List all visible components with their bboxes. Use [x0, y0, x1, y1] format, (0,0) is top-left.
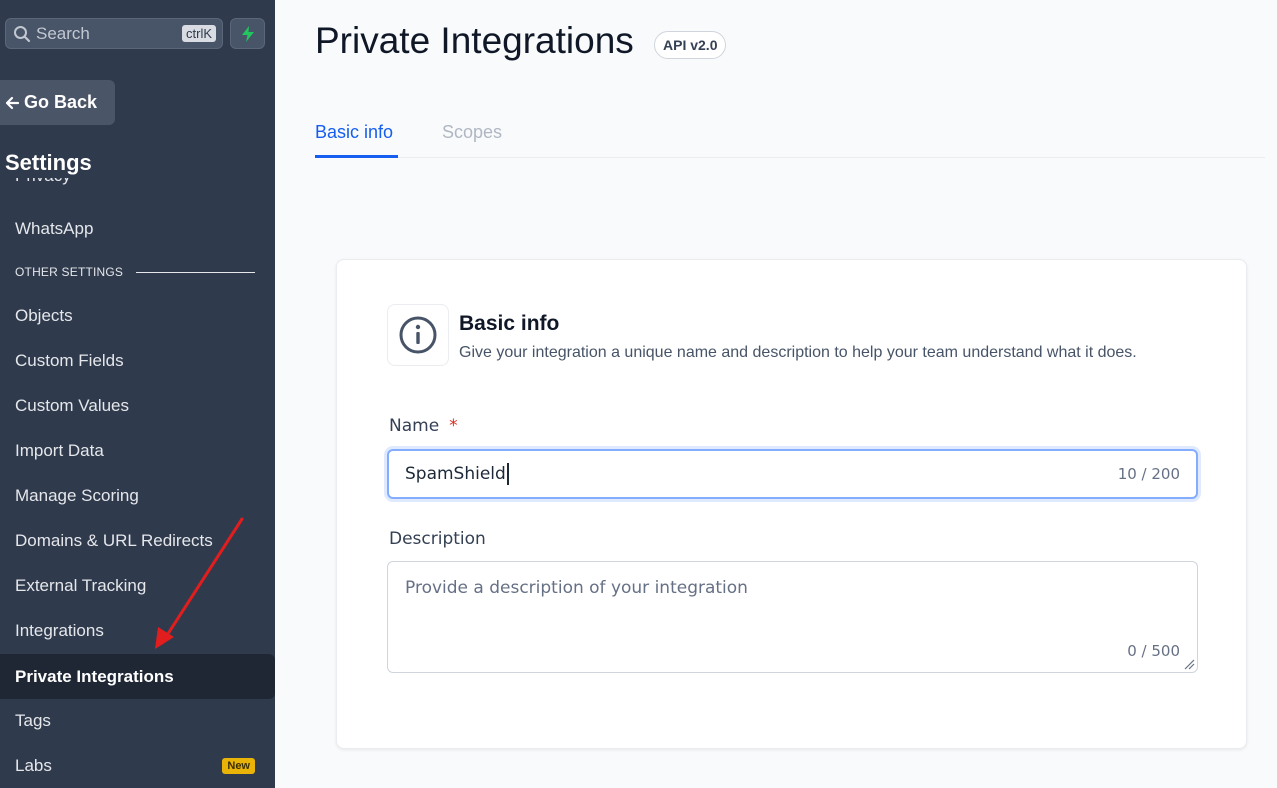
sidebar-item-objects[interactable]: Objects [0, 293, 275, 338]
sidebar-item-tags[interactable]: Tags [0, 698, 275, 743]
search-icon [12, 24, 32, 44]
name-char-count: 10 / 200 [1117, 465, 1180, 483]
description-label: Description [389, 529, 486, 549]
lightning-bolt-icon [241, 25, 254, 42]
settings-title: Settings [5, 150, 92, 175]
active-tab-indicator [315, 155, 398, 158]
tabs-divider [315, 157, 1265, 158]
search-box[interactable]: Search ctrlK [5, 18, 223, 49]
card-title: Basic info [459, 312, 560, 335]
section-label-other-settings: OTHER SETTINGS [15, 265, 124, 279]
go-back-label: Go Back [24, 92, 98, 112]
basic-info-card: Basic info Give your integration a uniqu… [336, 259, 1247, 749]
quick-action-button[interactable] [230, 18, 265, 49]
sidebar-item-custom-values[interactable]: Custom Values [0, 383, 275, 428]
name-label: Name * [389, 416, 458, 436]
text-caret [506, 463, 509, 485]
name-input[interactable]: SpamShield 10 / 200 [387, 449, 1198, 499]
arrow-left-icon [4, 95, 20, 111]
new-badge: New [222, 757, 255, 774]
name-input-value: SpamShield [405, 464, 506, 484]
sidebar-item-import-data[interactable]: Import Data [0, 428, 275, 473]
info-circle-icon [387, 304, 449, 366]
api-version-badge: API v2.0 [654, 31, 727, 59]
section-divider [136, 272, 255, 273]
sidebar-item-private-integrations[interactable]: Private Integrations [0, 654, 275, 699]
sidebar-item-manage-scoring[interactable]: Manage Scoring [0, 473, 275, 518]
resize-handle-icon[interactable] [1183, 658, 1195, 670]
tab-basic-info[interactable]: Basic info [315, 122, 393, 143]
description-textarea[interactable]: Provide a description of your integratio… [387, 561, 1198, 673]
main-content: Private Integrations API v2.0 Basic info… [275, 0, 1277, 788]
search-placeholder: Search [36, 23, 90, 43]
sidebar-item-labs[interactable]: Labs New [0, 743, 275, 788]
sidebar-item-whatsapp[interactable]: WhatsApp [0, 206, 275, 251]
sidebar-item-custom-fields[interactable]: Custom Fields [0, 338, 275, 383]
description-placeholder: Provide a description of your integratio… [405, 578, 748, 598]
search-shortcut-badge: ctrlK [182, 25, 216, 42]
go-back-button[interactable]: Go Back [0, 80, 115, 125]
clipped-sidebar-item: Privacy [15, 178, 115, 192]
card-subtitle: Give your integration a unique name and … [459, 344, 1137, 361]
description-char-count: 0 / 500 [1127, 642, 1180, 660]
tab-scopes[interactable]: Scopes [442, 122, 502, 143]
page-title: Private Integrations [315, 20, 634, 61]
sidebar: Search ctrlK Go Back Settings Privacy Wh… [0, 0, 275, 788]
annotation-arrow-icon [155, 517, 244, 649]
required-marker: * [449, 416, 458, 436]
